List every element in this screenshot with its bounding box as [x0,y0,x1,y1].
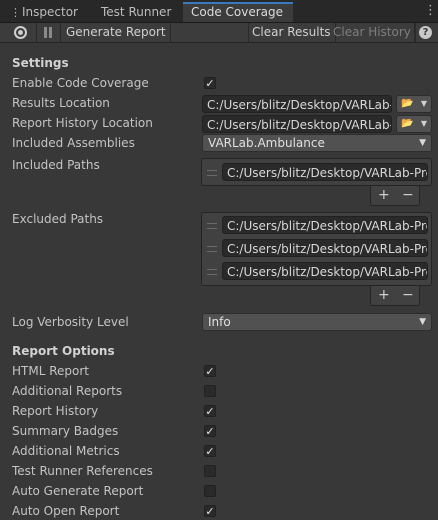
drag-handle-icon[interactable] [207,223,217,229]
tab-code-coverage[interactable]: Code Coverage [183,2,293,22]
report-history-location-label: Report History Location [12,116,153,130]
drag-handle-icon[interactable] [207,269,217,275]
help-icon[interactable]: ? [419,26,432,39]
remove-icon[interactable]: − [402,187,414,203]
excluded-path-field[interactable]: C:/Users/blitz/Desktop/VARLab-Prc [222,239,428,257]
report-option-checkbox[interactable]: ✓ [204,365,216,377]
report-option-checkbox[interactable] [204,485,216,497]
report-option-label: Report History [12,404,99,418]
enable-code-coverage-label: Enable Code Coverage [12,76,149,90]
report-option-checkbox[interactable]: ✓ [204,425,216,437]
add-icon[interactable]: + [378,187,390,203]
report-option-label: Auto Open Report [12,504,120,518]
enable-code-coverage-checkbox[interactable]: ✓ [204,77,216,89]
report-option-label: Additional Reports [12,384,123,398]
included-paths-label: Included Paths [12,158,100,172]
report-option-label: HTML Report [12,364,89,378]
report-history-browse-button[interactable]: 📂 ▼ [396,115,432,133]
included-paths-footer: + − [370,186,420,206]
remove-icon[interactable]: − [402,287,414,303]
window-menu-icon[interactable]: ⋮ [424,3,437,19]
drag-handle-icon[interactable] [207,246,217,252]
report-option-checkbox[interactable]: ✓ [204,445,216,457]
clear-results-button[interactable]: Clear Results [248,23,336,42]
excluded-paths-footer: + − [370,286,420,306]
included-assemblies-label: Included Assemblies [12,136,135,150]
report-history-location-field[interactable]: C:/Users/blitz/Desktop/VARLab- [202,115,392,133]
generate-report-button[interactable]: Generate Report [62,23,171,42]
chevron-down-icon: ▼ [420,99,427,108]
drag-handle-icon[interactable] [207,170,217,176]
chevron-down-icon: ▼ [419,317,426,327]
pause-icon[interactable] [44,27,53,38]
tab-inspector[interactable]: ⋮Inspector [2,2,86,22]
tab-bar: ⋮Inspector Test Runner Code Coverage ⋮ [0,0,438,23]
toolbar: Generate Report Clear Results Clear Hist… [0,23,438,43]
log-verbosity-label: Log Verbosity Level [12,315,129,329]
included-assemblies-dropdown[interactable]: VARLab.Ambulance ▼ [202,134,432,152]
kebab-icon: ⋮ [10,6,21,19]
chevron-down-icon: ▼ [419,138,426,148]
excluded-path-field[interactable]: C:/Users/blitz/Desktop/VARLab-Prc [222,216,428,234]
report-option-label: Auto Generate Report [12,484,144,498]
results-location-browse-button[interactable]: 📂 ▼ [396,95,432,113]
report-option-label: Summary Badges [12,424,119,438]
folder-icon: 📂 [401,118,414,129]
excluded-path-field[interactable]: C:/Users/blitz/Desktop/VARLab-Prc [222,262,428,280]
excluded-paths-label: Excluded Paths [12,212,104,226]
tab-test-runner[interactable]: Test Runner [93,2,179,22]
results-location-label: Results Location [12,96,110,110]
report-option-checkbox[interactable]: ✓ [204,505,216,517]
included-path-field[interactable]: C:/Users/blitz/Desktop/VARLab-Prc [222,163,428,181]
record-icon[interactable] [14,26,27,39]
report-option-checkbox[interactable] [204,465,216,477]
add-icon[interactable]: + [378,287,390,303]
log-verbosity-dropdown[interactable]: Info ▼ [202,313,432,331]
report-option-label: Additional Metrics [12,444,120,458]
clear-history-button[interactable]: Clear History [329,23,416,42]
results-location-field[interactable]: C:/Users/blitz/Desktop/VARLab- [202,95,392,113]
chevron-down-icon: ▼ [420,119,427,128]
excluded-paths-list: C:/Users/blitz/Desktop/VARLab-Prc C:/Use… [201,212,432,286]
included-paths-list: C:/Users/blitz/Desktop/VARLab-Prc [201,158,432,186]
folder-icon: 📂 [401,98,414,109]
report-options-heading: Report Options [12,344,115,358]
settings-heading: Settings [12,56,69,70]
report-option-label: Test Runner References [12,464,153,478]
report-option-checkbox[interactable] [204,385,216,397]
report-option-checkbox[interactable]: ✓ [204,405,216,417]
